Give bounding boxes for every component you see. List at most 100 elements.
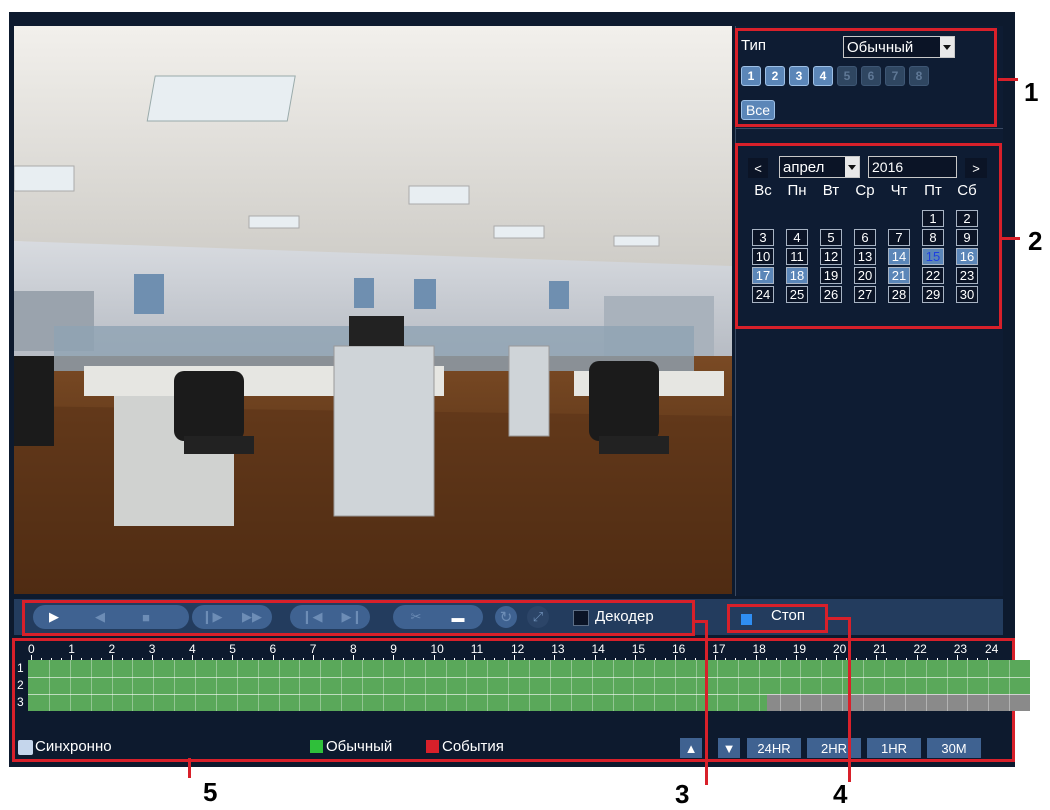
grid-line xyxy=(466,660,468,711)
grid-line xyxy=(132,660,134,711)
calendar-day-28[interactable]: 28 xyxy=(888,286,910,303)
weekday-label: Пт xyxy=(924,182,942,199)
calendar-day-20[interactable]: 20 xyxy=(854,267,876,284)
hour-label: 22 xyxy=(913,642,927,656)
video-view[interactable] xyxy=(14,26,732,594)
all-channels-button[interactable]: Все xyxy=(741,100,775,120)
calendar-day-25[interactable]: 25 xyxy=(786,286,808,303)
channel-buttons: 12345678 xyxy=(741,66,929,86)
prev-frame-icon[interactable]: ❙◀ xyxy=(300,609,324,625)
calendar-day-14[interactable]: 14 xyxy=(888,248,910,265)
year-input[interactable]: 2016 xyxy=(868,156,957,178)
grid-line xyxy=(988,660,990,711)
cut-icon[interactable]: ✂ xyxy=(405,609,427,625)
calendar-day-9[interactable]: 9 xyxy=(956,229,978,246)
channel-button-2[interactable]: 2 xyxy=(765,66,785,86)
zoom-24hr-button[interactable]: 24HR xyxy=(747,738,801,758)
calendar-day-12[interactable]: 12 xyxy=(820,248,842,265)
grid-line xyxy=(257,660,259,711)
zoom-2hr-button[interactable]: 2HR xyxy=(807,738,861,758)
hour-label: 1 xyxy=(68,642,75,656)
channel-button-6[interactable]: 6 xyxy=(861,66,881,86)
grid-line xyxy=(28,677,1030,678)
fast-forward-icon[interactable]: ▶▶ xyxy=(240,609,264,625)
channel-button-1[interactable]: 1 xyxy=(741,66,761,86)
hour-label: 17 xyxy=(712,642,726,656)
channel-button-4[interactable]: 4 xyxy=(813,66,833,86)
playback-status: Стоп xyxy=(771,607,805,624)
zoom-30m-button[interactable]: 30M xyxy=(927,738,981,758)
zoom-1hr-button[interactable]: 1HR xyxy=(867,738,921,758)
channel-button-5[interactable]: 5 xyxy=(837,66,857,86)
channel-button-3[interactable]: 3 xyxy=(789,66,809,86)
channel-button-8[interactable]: 8 xyxy=(909,66,929,86)
calendar-day-13[interactable]: 13 xyxy=(854,248,876,265)
calendar-day-17[interactable]: 17 xyxy=(752,267,774,284)
grid-line xyxy=(174,660,176,711)
grid-line xyxy=(69,660,71,711)
panel-divider xyxy=(735,128,1003,129)
type-select[interactable]: Обычный xyxy=(843,36,955,58)
arrow-down-icon: ▼ xyxy=(722,740,736,756)
calendar-day-29[interactable]: 29 xyxy=(922,286,944,303)
stop-icon[interactable]: ■ xyxy=(136,609,156,625)
month-select[interactable]: апрел xyxy=(779,156,860,178)
annotation-line-2 xyxy=(1002,237,1020,240)
next-month-button[interactable]: > xyxy=(965,158,987,178)
track-label: 1 xyxy=(17,661,24,675)
grid-line xyxy=(28,694,1030,695)
grid-line xyxy=(195,660,196,711)
grid-line xyxy=(696,660,697,711)
refresh-button[interactable]: ↻ xyxy=(495,606,517,628)
annotation-line-4a xyxy=(828,617,850,620)
zoom-out-button[interactable]: ▼ xyxy=(718,738,740,758)
reverse-icon[interactable]: ◀ xyxy=(90,609,110,625)
grid-line xyxy=(90,660,92,711)
calendar-day-8[interactable]: 8 xyxy=(922,229,944,246)
calendar-day-10[interactable]: 10 xyxy=(752,248,774,265)
play-icon[interactable]: ▶ xyxy=(44,609,64,625)
hour-label: 8 xyxy=(350,642,357,656)
calendar-day-30[interactable]: 30 xyxy=(956,286,978,303)
calendar-day-11[interactable]: 11 xyxy=(786,248,808,265)
calendar-day-1[interactable]: 1 xyxy=(922,210,944,227)
refresh-icon: ↻ xyxy=(499,609,513,626)
calendar-day-5[interactable]: 5 xyxy=(820,229,842,246)
calendar-day-23[interactable]: 23 xyxy=(956,267,978,284)
decoder-checkbox[interactable] xyxy=(573,610,589,626)
calendar-day-2[interactable]: 2 xyxy=(956,210,978,227)
next-frame-icon[interactable]: ▶❙ xyxy=(340,609,364,625)
annotation-2: 2 xyxy=(1028,226,1043,256)
grid-line xyxy=(591,660,593,711)
prev-month-button[interactable]: < xyxy=(748,158,768,178)
calendar-day-4[interactable]: 4 xyxy=(786,229,808,246)
folder-icon[interactable]: ▬ xyxy=(447,609,469,625)
hour-label: 23 xyxy=(953,642,968,656)
grid-line xyxy=(570,660,572,711)
calendar-day-26[interactable]: 26 xyxy=(820,286,842,303)
annotation-4: 4 xyxy=(833,779,848,809)
annotation-line-5 xyxy=(188,758,191,778)
sync-checkbox[interactable] xyxy=(18,740,33,755)
channel-button-7[interactable]: 7 xyxy=(885,66,905,86)
calendar-day-19[interactable]: 19 xyxy=(820,267,842,284)
calendar-day-27[interactable]: 27 xyxy=(854,286,876,303)
calendar-day-21[interactable]: 21 xyxy=(888,267,910,284)
calendar-day-3[interactable]: 3 xyxy=(752,229,774,246)
calendar-day-15[interactable]: 15 xyxy=(922,248,944,265)
calendar-day-18[interactable]: 18 xyxy=(786,267,808,284)
calendar-day-6[interactable]: 6 xyxy=(854,229,876,246)
zoom-buttons: 24HR 2HR 1HR 30M xyxy=(747,738,981,758)
zoom-in-button[interactable]: ▲ xyxy=(680,738,702,758)
calendar-day-24[interactable]: 24 xyxy=(752,286,774,303)
calendar-day-7[interactable]: 7 xyxy=(888,229,910,246)
grid-line xyxy=(842,660,844,711)
calendar-day-16[interactable]: 16 xyxy=(956,248,978,265)
timeline-tracks[interactable] xyxy=(28,660,1030,712)
grid-line xyxy=(236,660,238,711)
slow-play-icon[interactable]: ❙▶ xyxy=(200,609,224,625)
track-recording-segment xyxy=(28,694,767,711)
calendar-day-22[interactable]: 22 xyxy=(922,267,944,284)
fullscreen-button[interactable]: ⤢ xyxy=(527,606,549,628)
grid-line xyxy=(1009,660,1011,711)
